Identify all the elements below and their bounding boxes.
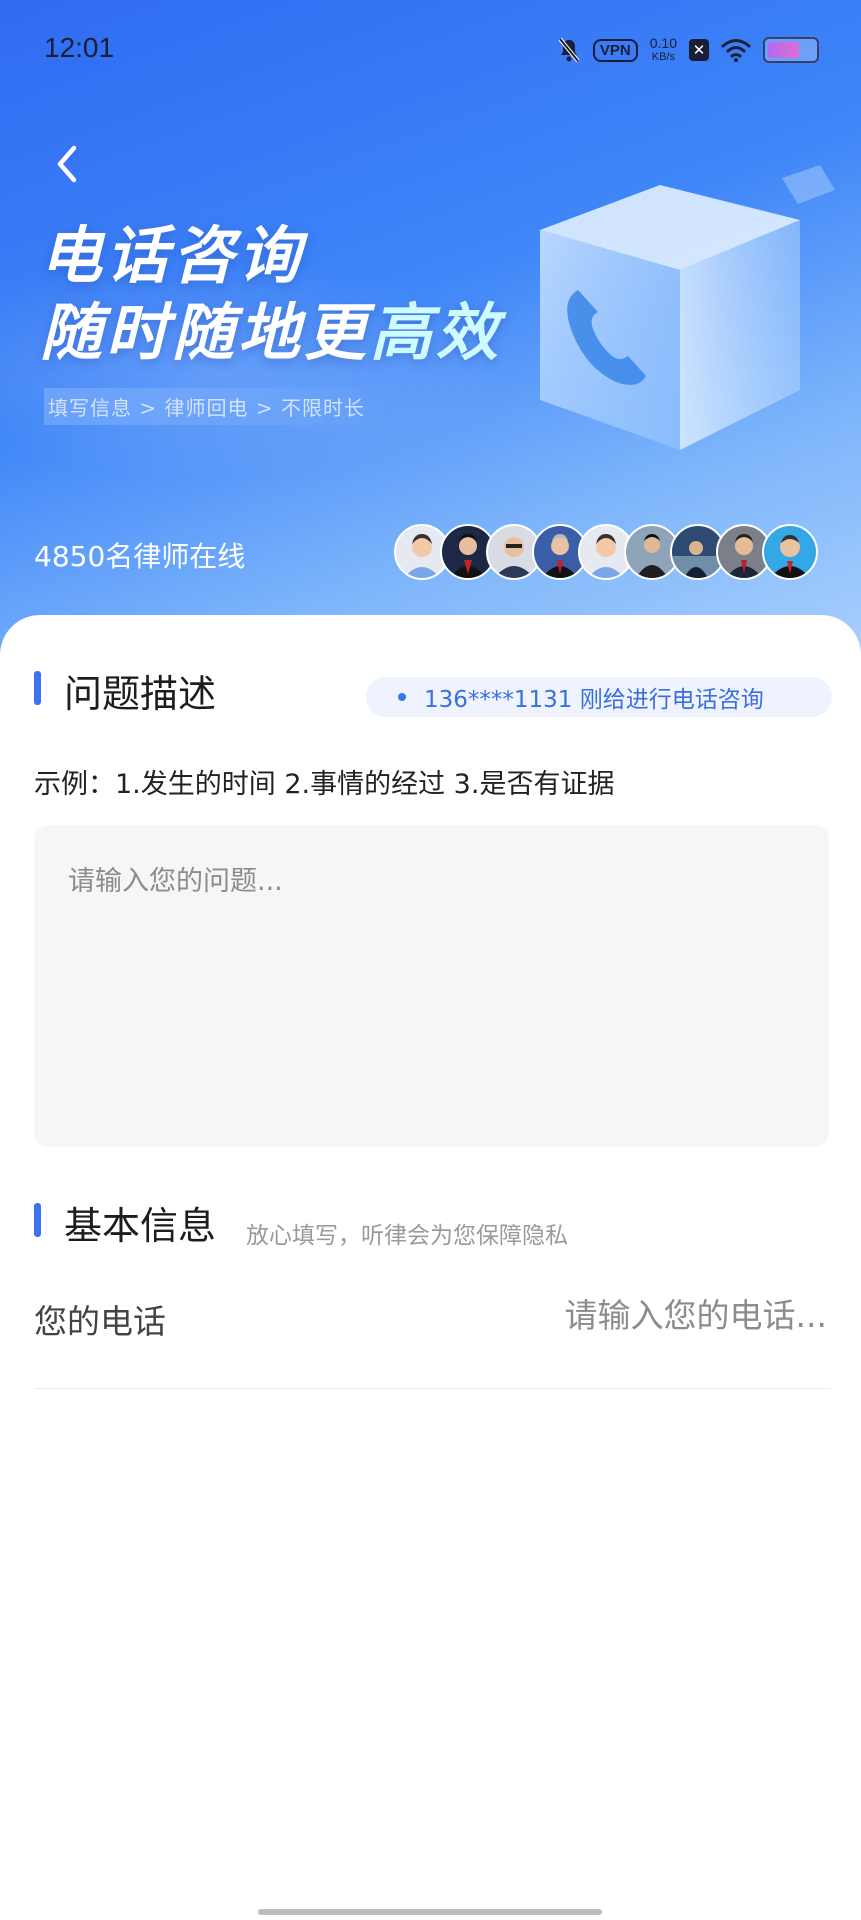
network-speed: 0.10 KB/s xyxy=(650,36,677,64)
online-lawyers-count: 4850名律师在线 xyxy=(34,540,246,573)
hero-title-line2: 随时随地更高效 xyxy=(40,282,502,372)
question-example: 示例：1.发生的时间 2.事情的经过 3.是否有证据 xyxy=(34,769,615,800)
hero-title-line2-highlight: 高效 xyxy=(370,296,503,369)
battery-icon xyxy=(763,37,819,63)
mute-bell-icon xyxy=(558,37,580,63)
status-icons: VPN 0.10 KB/s ✕ xyxy=(557,32,819,68)
question-section-title: 问题描述 xyxy=(64,672,217,716)
hero-banner: 12:01 VPN 0.10 KB/s ✕ 电话咨询 随时随地更高效 填写信息 … xyxy=(0,0,861,660)
question-input[interactable] xyxy=(34,825,829,1147)
avatar xyxy=(762,524,818,580)
network-speed-unit: KB/s xyxy=(651,51,675,63)
ticker-dot xyxy=(398,693,406,701)
home-indicator[interactable] xyxy=(258,1909,602,1915)
divider xyxy=(34,1388,831,1389)
back-arrow-icon[interactable] xyxy=(44,140,92,188)
phone-label: 您的电话 xyxy=(34,1302,166,1341)
recent-consult-ticker: 136****1131 刚给进行电话咨询 xyxy=(366,677,832,717)
network-speed-value: 0.10 xyxy=(649,35,677,51)
ticker-text: 136****1131 刚给进行电话咨询 xyxy=(424,687,764,713)
privacy-hint: 放心填写，听律会为您保障隐私 xyxy=(246,1223,568,1249)
section-accent-bar xyxy=(34,1203,41,1237)
basic-info-section-title: 基本信息 xyxy=(64,1204,217,1248)
vpn-icon: VPN xyxy=(592,38,638,62)
status-time: 12:01 xyxy=(44,32,115,63)
phone-input[interactable] xyxy=(467,1287,827,1343)
section-accent-bar xyxy=(34,671,41,705)
form-card: 问题描述 136****1131 刚给进行电话咨询 示例：1.发生的时间 2.事… xyxy=(0,615,861,1920)
hero-steps: 填写信息 > 律师回电 > 不限时长 xyxy=(44,388,395,425)
wifi-icon xyxy=(721,39,751,62)
hero-title-line2-main: 随时随地更 xyxy=(40,296,371,369)
sim-off-icon: ✕ xyxy=(689,39,709,61)
lawyer-avatar-group xyxy=(394,524,818,582)
status-bar: 12:01 VPN 0.10 KB/s ✕ xyxy=(0,0,861,100)
phone-cube-illustration xyxy=(540,165,835,450)
